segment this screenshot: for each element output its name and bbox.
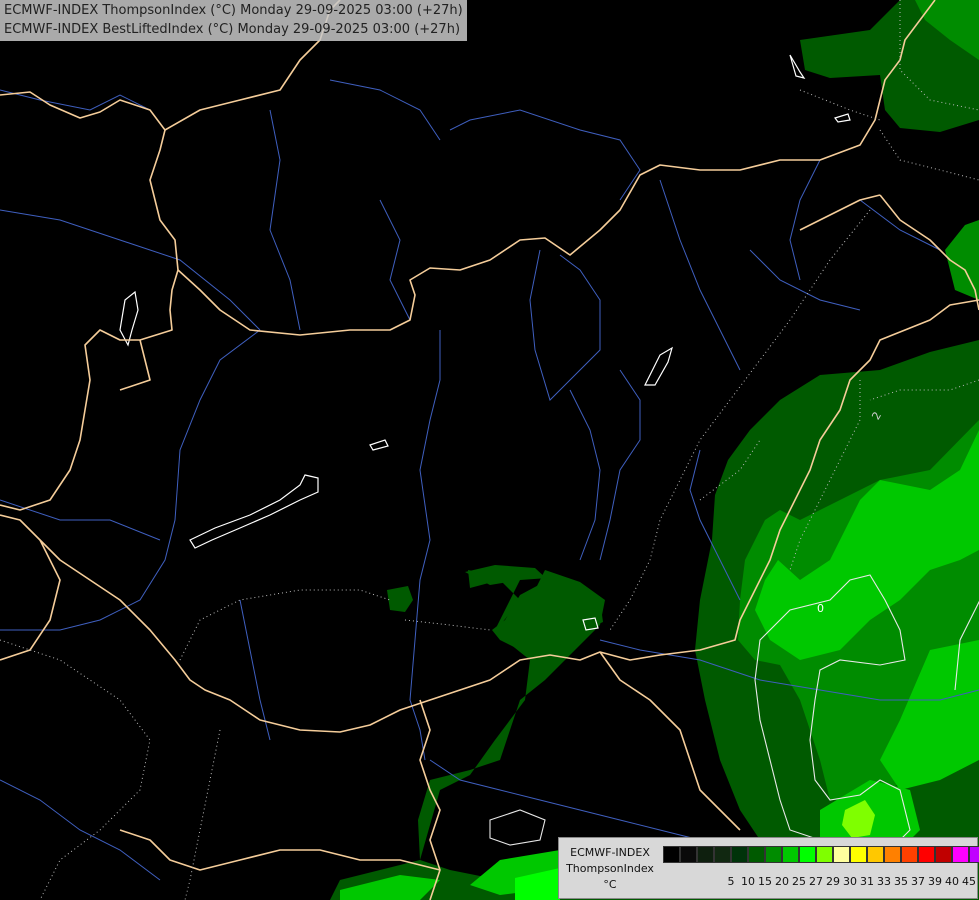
map-title-box: ECMWF-INDEX ThompsonIndex (°C) Monday 29… bbox=[0, 0, 467, 41]
lake-small-2 bbox=[644, 346, 673, 386]
map-title-secondary: ECMWF-INDEX BestLiftedIndex (°C) Monday … bbox=[4, 22, 461, 37]
legend-swatch bbox=[833, 846, 850, 863]
lake-neusiedl bbox=[119, 290, 139, 347]
legend-swatch bbox=[663, 846, 680, 863]
lake-balaton bbox=[189, 474, 319, 549]
map-viewer: 0 2 ECMWF-INDEX ThompsonIndex (°C) Monda… bbox=[0, 0, 979, 900]
legend-swatch bbox=[969, 846, 979, 863]
legend-swatch bbox=[884, 846, 901, 863]
legend-swatch bbox=[748, 846, 765, 863]
legend-swatch bbox=[867, 846, 884, 863]
legend-swatch bbox=[918, 846, 935, 863]
contour-label-0: 0 bbox=[817, 602, 824, 615]
legend-model-label: ECMWF-INDEX bbox=[570, 846, 650, 859]
legend-swatch bbox=[765, 846, 782, 863]
index-shading bbox=[330, 0, 979, 900]
legend-swatch bbox=[935, 846, 952, 863]
legend-swatch bbox=[816, 846, 833, 863]
legend-swatch bbox=[799, 846, 816, 863]
legend-swatch bbox=[731, 846, 748, 863]
lake-small-3 bbox=[789, 54, 806, 79]
legend-swatch bbox=[952, 846, 969, 863]
legend-swatch bbox=[782, 846, 799, 863]
map-title-primary: ECMWF-INDEX ThompsonIndex (°C) Monday 29… bbox=[4, 3, 463, 18]
lake-small-4 bbox=[834, 113, 851, 123]
legend-swatch bbox=[680, 846, 697, 863]
legend-swatch bbox=[901, 846, 918, 863]
legend-index-label: ThompsonIndex bbox=[566, 862, 654, 875]
shade-small-patch-center bbox=[387, 586, 413, 612]
weather-map[interactable]: 0 2 bbox=[0, 0, 979, 900]
color-legend: ECMWF-INDEX ThompsonIndex °C 5 10 15 20 25 27… bbox=[558, 837, 979, 899]
legend-unit-label: °C bbox=[603, 878, 617, 891]
lake-small-1 bbox=[369, 439, 389, 451]
legend-swatch bbox=[697, 846, 714, 863]
legend-swatch bbox=[714, 846, 731, 863]
legend-swatch bbox=[850, 846, 867, 863]
